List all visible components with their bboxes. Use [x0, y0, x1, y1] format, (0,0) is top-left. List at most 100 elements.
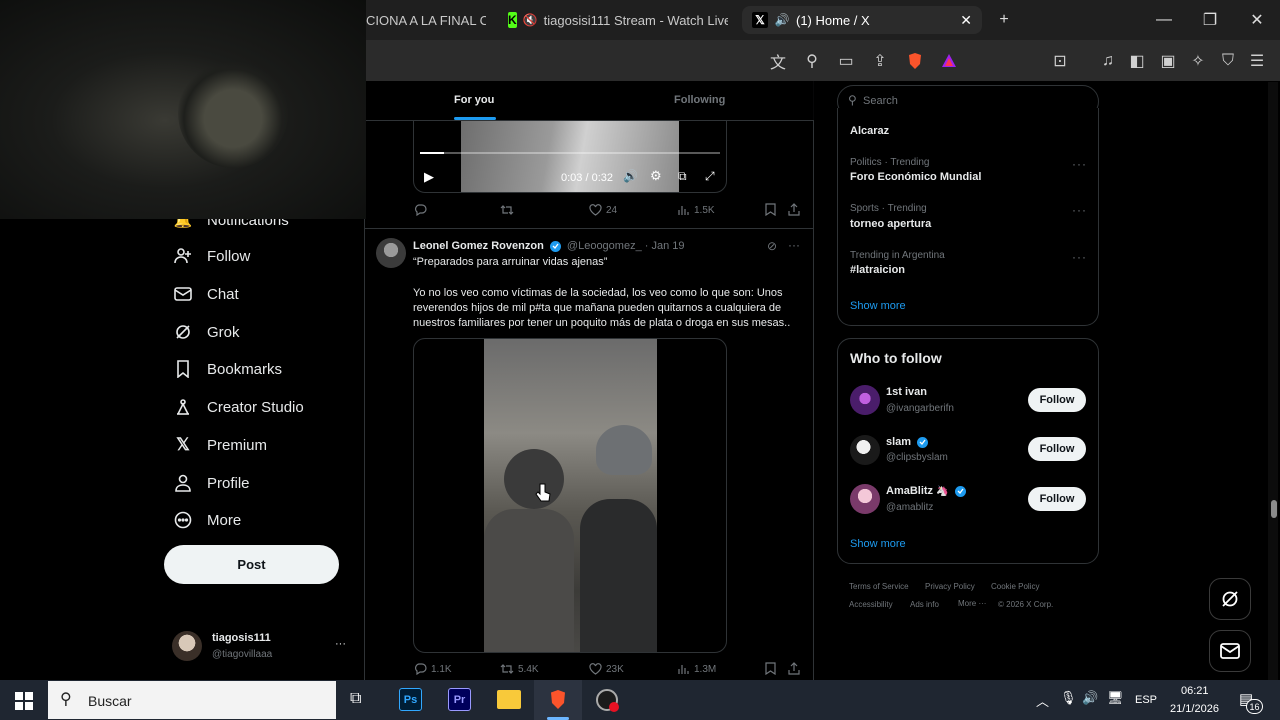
avatar[interactable]	[172, 631, 202, 661]
settings-gear-icon[interactable]: ⚙	[650, 168, 662, 184]
obs-icon[interactable]	[596, 689, 619, 712]
tab-for-you[interactable]: For you	[454, 94, 494, 106]
reader-mode-icon[interactable]: ⊡	[1049, 50, 1071, 72]
share-icon[interactable]	[788, 662, 804, 675]
follow-button[interactable]: Follow	[1028, 487, 1086, 511]
avatar[interactable]	[850, 484, 880, 514]
footer-more-link[interactable]: More ···	[958, 599, 986, 608]
brave-rewards-icon[interactable]	[938, 50, 960, 72]
user-name[interactable]: AmaBlitz 🦄	[886, 485, 966, 497]
video-player[interactable]: ▶ 0:03 / 0:32 🔊 ⚙ ⧉ ⤢	[413, 121, 727, 193]
nav-more[interactable]: More	[173, 506, 241, 534]
reply-button[interactable]: 1.1K	[414, 663, 452, 675]
language-indicator[interactable]: ESP	[1135, 694, 1157, 706]
bookmark-icon[interactable]	[765, 662, 780, 675]
views-button[interactable]: 1.5K	[677, 204, 715, 216]
tweet-more-icon[interactable]: ···	[788, 238, 800, 252]
trend-name[interactable]: #latraicion	[850, 264, 905, 276]
repost-button[interactable]: 5.4K	[500, 663, 539, 675]
wallet-icon[interactable]: ▣	[1157, 50, 1179, 72]
close-window-icon[interactable]: ✕	[1247, 10, 1267, 30]
views-button[interactable]: 1.3M	[677, 663, 716, 675]
trend-more-icon[interactable]: ···	[1072, 157, 1087, 171]
ads-info-link[interactable]: Ads info	[910, 600, 939, 609]
cast-icon[interactable]: ▭	[835, 50, 857, 72]
sidebar-icon[interactable]: ◧	[1126, 50, 1148, 72]
taskbar-search-input[interactable]: ⚲ Buscar	[48, 681, 336, 719]
tab-kick-stream[interactable]: K 🔇 tiagosisi111 Stream - Watch Live	[508, 6, 728, 34]
share-icon[interactable]	[788, 203, 804, 216]
tweet-author-avatar[interactable]	[376, 238, 406, 268]
messages-float-button[interactable]	[1209, 630, 1251, 672]
grok-float-button[interactable]	[1209, 578, 1251, 620]
follow-button[interactable]: Follow	[1028, 388, 1086, 412]
nav-follow[interactable]: Follow	[173, 242, 250, 270]
nav-profile[interactable]: Profile	[173, 469, 250, 497]
file-explorer-icon[interactable]	[497, 690, 521, 709]
repost-button[interactable]	[500, 204, 518, 216]
menu-icon[interactable]: ☰	[1246, 50, 1268, 72]
accessibility-link[interactable]: Accessibility	[849, 600, 893, 609]
zoom-icon[interactable]: ⚲	[801, 50, 823, 72]
muted-speaker-icon[interactable]: 🔇	[523, 12, 538, 28]
taskbar-time[interactable]: 06:21	[1181, 685, 1209, 697]
tab-following[interactable]: Following	[674, 94, 725, 106]
account-menu-icon[interactable]: ···	[335, 638, 346, 650]
trend-name[interactable]: Foro Económico Mundial	[850, 171, 981, 183]
tweet-author-name[interactable]: Leonel Gomez Rovenzon	[413, 240, 544, 252]
scrollbar[interactable]	[1268, 82, 1278, 680]
tweet-video[interactable]	[413, 338, 727, 653]
translate-icon[interactable]: 文	[767, 50, 789, 72]
pip-icon[interactable]: ⧉	[678, 169, 687, 184]
volume-icon[interactable]: 🔊	[623, 169, 638, 183]
user-name[interactable]: 1st ivan	[886, 386, 927, 398]
cookie-link[interactable]: Cookie Policy	[991, 582, 1039, 591]
windows-start-icon[interactable]	[15, 692, 33, 715]
tweet-date[interactable]: · Jan 19	[645, 240, 685, 252]
brave-taskbar-button[interactable]	[534, 680, 582, 720]
trend-more-icon[interactable]: ···	[1072, 203, 1087, 217]
terms-link[interactable]: Terms of Service	[849, 582, 909, 591]
video-progress-track[interactable]	[420, 152, 720, 154]
microphone-icon[interactable]: 🎙	[1060, 690, 1077, 706]
restore-icon[interactable]: ❐	[1200, 10, 1220, 30]
minimize-icon[interactable]: —	[1154, 10, 1174, 30]
play-icon[interactable]: ▶	[424, 169, 434, 185]
vpn-icon[interactable]: ⛉	[1217, 50, 1239, 72]
post-button[interactable]: Post	[164, 545, 339, 584]
taskbar-date[interactable]: 21/1/2026	[1170, 703, 1219, 715]
nav-chat[interactable]: Chat	[173, 280, 239, 308]
share-icon[interactable]: ⇪	[869, 50, 891, 72]
speaker-icon[interactable]: 🔊	[774, 12, 790, 28]
leo-ai-icon[interactable]: ✧	[1187, 50, 1209, 72]
tweet-author-handle[interactable]: @Leoogomez_	[567, 240, 642, 252]
photoshop-icon[interactable]: Ps	[399, 688, 422, 711]
follow-button[interactable]: Follow	[1028, 437, 1086, 461]
privacy-link[interactable]: Privacy Policy	[925, 582, 975, 591]
new-tab-button[interactable]: +	[994, 10, 1014, 30]
brave-shield-icon[interactable]	[904, 50, 926, 72]
trend-name[interactable]: Alcaraz	[850, 125, 889, 137]
avatar[interactable]	[850, 385, 880, 415]
like-button[interactable]: 24	[589, 204, 617, 216]
task-view-icon[interactable]: ⧉	[350, 690, 361, 708]
nav-premium[interactable]: 𝕏 Premium	[173, 431, 267, 459]
media-icon[interactable]: ♫	[1097, 50, 1119, 72]
grok-explain-icon[interactable]: ⊘	[767, 239, 777, 253]
nav-bookmarks[interactable]: Bookmarks	[173, 355, 282, 383]
follow-show-more-link[interactable]: Show more	[850, 538, 906, 550]
trend-more-icon[interactable]: ···	[1072, 250, 1087, 264]
tab-x-home[interactable]: 𝕏 🔊 (1) Home / X ✕	[742, 6, 982, 34]
tray-chevron-icon[interactable]: ︿	[1036, 691, 1049, 710]
trend-name[interactable]: torneo apertura	[850, 218, 931, 230]
trends-show-more-link[interactable]: Show more	[850, 300, 906, 312]
scrollbar-thumb[interactable]	[1271, 500, 1277, 518]
nav-grok[interactable]: Grok	[173, 318, 240, 346]
tab-ciona[interactable]: CIONA A LA FINAL CA	[366, 6, 486, 34]
like-button[interactable]: 23K	[589, 663, 624, 675]
nav-creator-studio[interactable]: Creator Studio	[173, 393, 304, 421]
premiere-icon[interactable]: Pr	[448, 688, 471, 711]
reply-button[interactable]	[414, 204, 431, 216]
fullscreen-icon[interactable]: ⤢	[705, 169, 715, 184]
network-icon[interactable]: 🖥	[1107, 690, 1124, 706]
